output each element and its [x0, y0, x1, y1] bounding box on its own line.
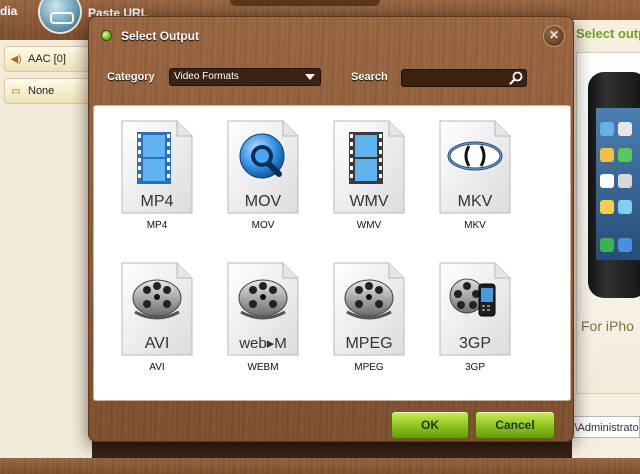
subtitle-icon: ▭ [11, 85, 21, 97]
status-dot-icon [102, 31, 111, 40]
format-item-mov[interactable]: MOV MOV [214, 118, 304, 238]
format-caption: AVI [149, 362, 165, 373]
toolbar-tab [230, 0, 380, 6]
category-value: Video Formats [174, 71, 239, 82]
film-strip-icon: WMV [333, 120, 405, 214]
svg-text:WMV: WMV [349, 193, 388, 210]
svg-text:3GP: 3GP [459, 335, 491, 352]
format-caption: MPEG [354, 362, 384, 373]
format-item-mp4[interactable]: MP4 MP4 [108, 118, 198, 238]
left-panel: ◀) AAC [0] ▭ None [0, 40, 92, 474]
svg-text:AVI: AVI [145, 335, 170, 352]
cancel-button[interactable]: Cancel [475, 411, 555, 439]
close-button[interactable]: ✕ [543, 25, 565, 47]
format-item-webm[interactable]: web▸M WEBM [214, 260, 304, 380]
chevron-down-icon [305, 74, 315, 80]
format-item-wmv[interactable]: WMV WMV [320, 118, 410, 238]
film-reel-icon: web▸M [227, 262, 299, 356]
audio-track-label: AAC [0] [28, 53, 66, 65]
iphone-screen [596, 108, 640, 260]
matroska-icon: MKV [439, 120, 511, 214]
dialog-title: Select Output [121, 29, 200, 43]
film-strip-icon: MP4 [121, 120, 193, 214]
svg-text:MPEG: MPEG [345, 335, 392, 352]
globe-icon[interactable] [40, 0, 80, 32]
format-caption: WEBM [247, 362, 279, 373]
device-caption: For iPho [581, 318, 634, 334]
subtitle-label: None [28, 85, 55, 97]
svg-text:MOV: MOV [245, 193, 282, 210]
format-caption: MP4 [146, 220, 168, 231]
select-output-dialog: Select Output ✕ Category Video Formats S… [88, 16, 574, 442]
format-item-avi[interactable]: AVI AVI [108, 260, 198, 380]
audio-track-selector[interactable]: ◀) AAC [0] [4, 46, 90, 72]
svg-text:web▸M: web▸M [238, 335, 287, 352]
app-bottom-bar [0, 458, 640, 474]
category-select[interactable]: Video Formats [169, 68, 321, 86]
search-icon[interactable] [509, 71, 523, 85]
format-caption: 3GP [464, 362, 485, 373]
format-caption: MOV [251, 220, 275, 231]
format-caption: MKV [464, 220, 486, 231]
format-caption: WMV [356, 220, 382, 231]
svg-text:MKV: MKV [458, 193, 493, 210]
category-label: Category [107, 71, 155, 83]
format-item-mpeg[interactable]: MPEG MPEG [320, 260, 410, 380]
ok-button[interactable]: OK [391, 411, 469, 439]
format-item-mkv[interactable]: MKV MKV [426, 118, 516, 238]
format-grid: MP4 MP4 MOV MOV WMV WMV MKV MKV AVI AVI … [93, 105, 571, 401]
reel-phone-icon: 3GP [439, 262, 511, 356]
quicktime-icon: MOV [227, 120, 299, 214]
toolbar-media-label[interactable]: dia [0, 4, 17, 18]
search-label: Search [351, 71, 388, 83]
film-reel-icon: MPEG [333, 262, 405, 356]
format-item-3gp[interactable]: 3GP 3GP [426, 260, 516, 380]
select-output-header: Select outp [576, 26, 640, 41]
svg-text:MP4: MP4 [141, 193, 174, 210]
film-reel-icon: AVI [121, 262, 193, 356]
subtitle-selector[interactable]: ▭ None [4, 78, 90, 104]
speaker-icon: ◀) [10, 53, 22, 65]
